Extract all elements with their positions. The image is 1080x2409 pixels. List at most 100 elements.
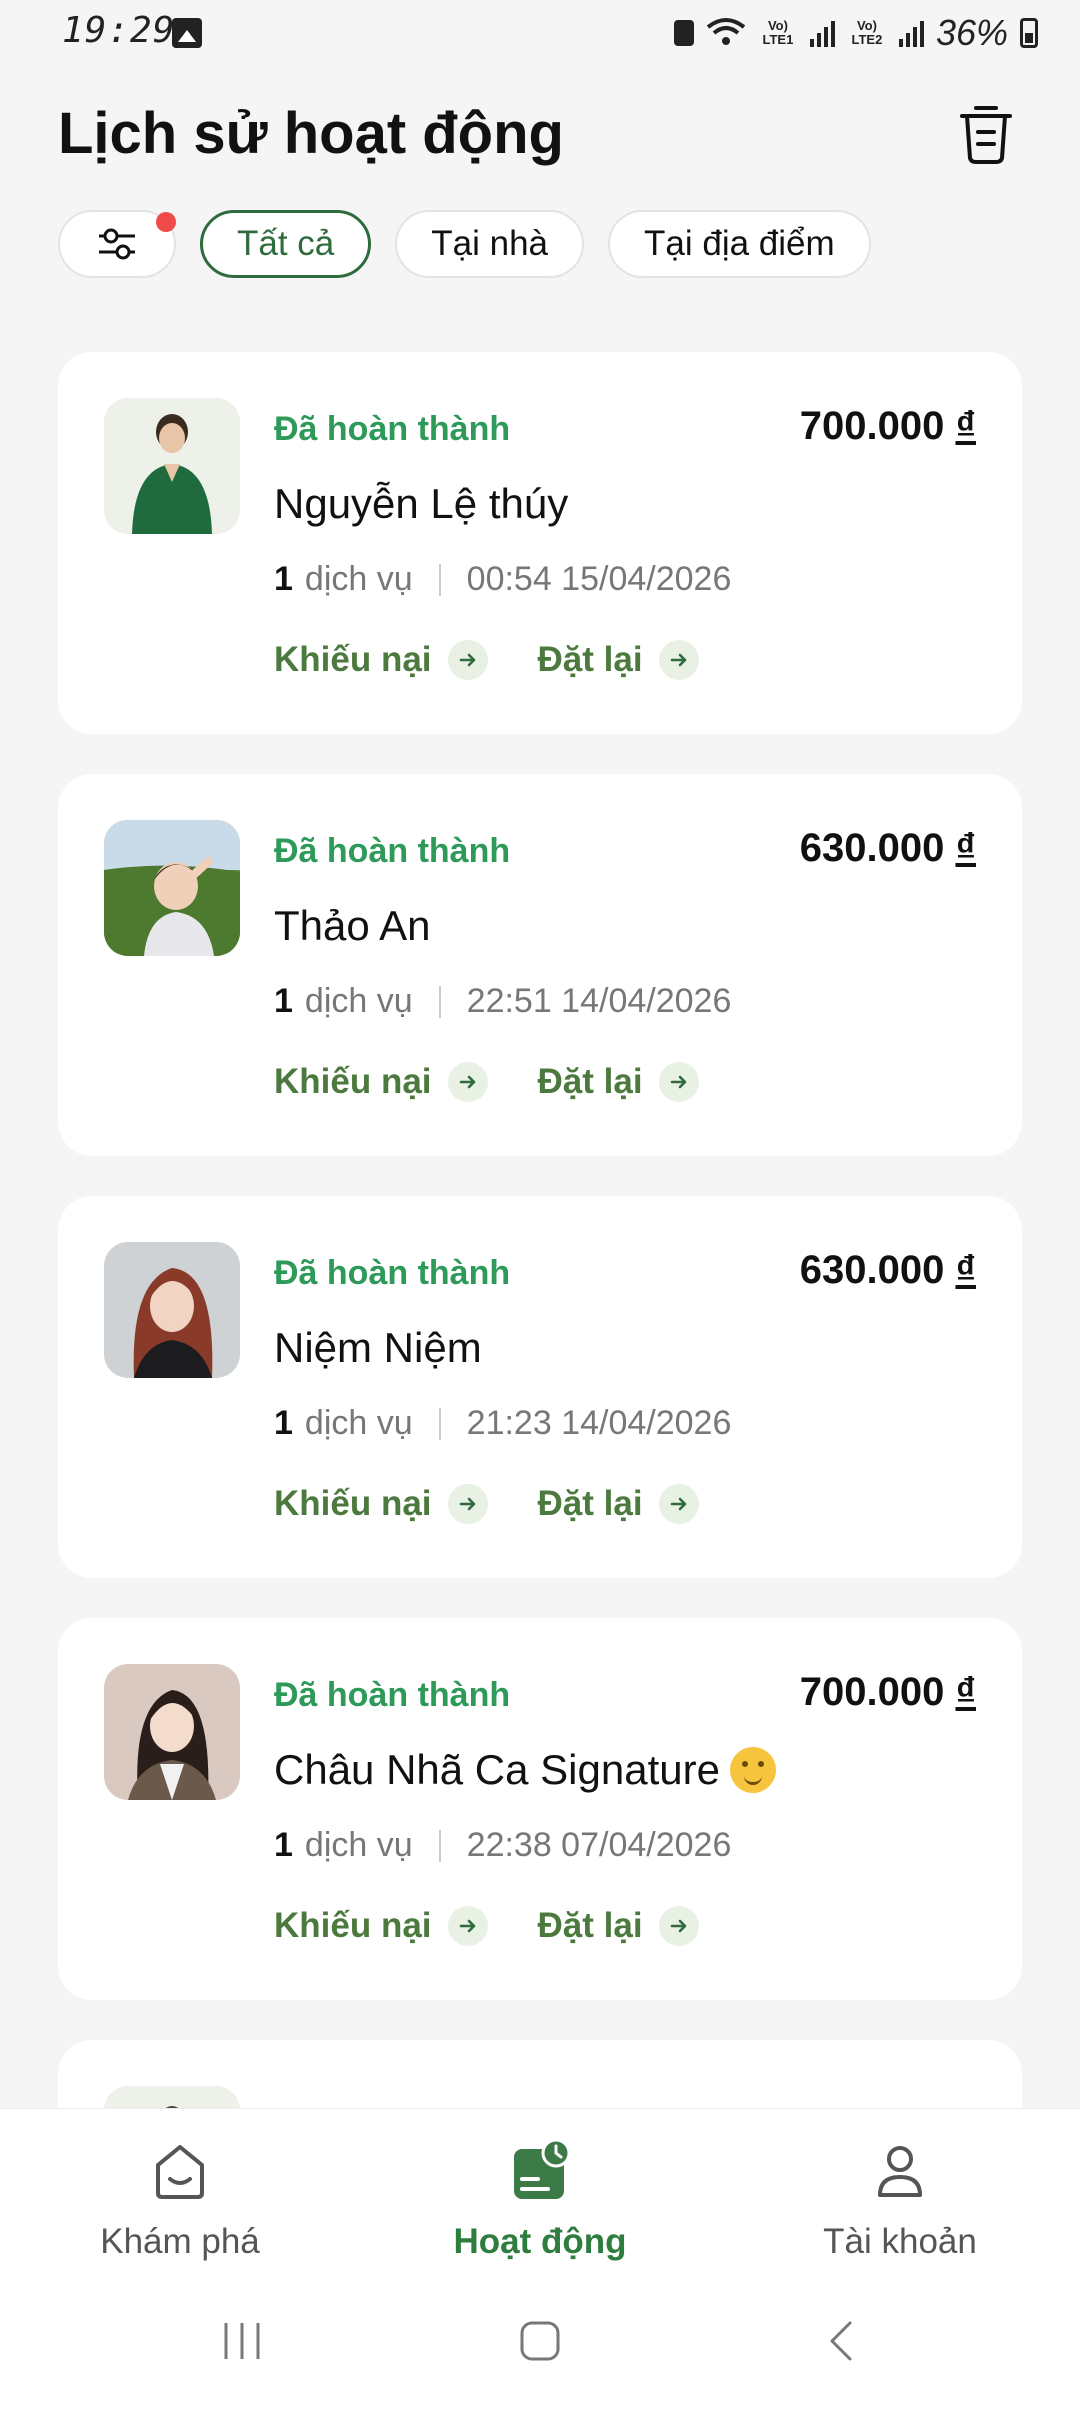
avatar [104, 820, 240, 956]
activity-card[interactable]: Đã hoàn thành 700.000 ₫ Châu Nhã Ca Sign… [58, 1618, 1022, 2000]
service-count: 1 [274, 982, 293, 1020]
divider [438, 1829, 441, 1862]
provider-name-text: Niệm Niệm [274, 1324, 482, 1371]
nav-explore[interactable]: Khám phá [30, 2139, 330, 2262]
booking-meta: 1 dịch vụ 21:23 14/04/2026 [274, 1404, 731, 1443]
booking-meta: 1 dịch vụ 00:54 15/04/2026 [274, 560, 731, 599]
user-icon [878, 2146, 922, 2197]
arrow-right-icon [447, 1484, 488, 1524]
system-navigation-bar [0, 2309, 1080, 2389]
card-actions: Khiếu nại Đặt lại [274, 640, 699, 680]
service-label: dịch vụ [304, 1404, 413, 1442]
filter-settings-button[interactable] [58, 210, 176, 278]
recent-apps-icon[interactable] [220, 2319, 264, 2363]
complain-button[interactable]: Khiếu nại [274, 640, 488, 680]
status-label: Đã hoàn thành [274, 1254, 511, 1292]
activity-history-icon [514, 2138, 571, 2199]
service-label: dịch vụ [304, 560, 413, 598]
booking-datetime: 22:38 07/04/2026 [466, 1826, 732, 1864]
price-value: 700.000 [799, 404, 945, 448]
provider-name: Niệm Niệm [274, 1324, 482, 1372]
arrow-right-icon [447, 640, 488, 680]
provider-name: Thảo An [274, 902, 430, 950]
provider-name: Nguyễn Lệ thúy [274, 480, 568, 528]
booking-datetime: 22:51 14/04/2026 [466, 982, 732, 1020]
status-time: 19:29 [62, 10, 176, 51]
currency-symbol: ₫ [955, 826, 976, 870]
service-label: dịch vụ [304, 1826, 413, 1864]
lte1-label: Vo) LTE1 [762, 18, 794, 47]
trash-icon[interactable] [958, 102, 1014, 166]
provider-name: Châu Nhã Ca Signature [274, 1746, 776, 1794]
provider-name-text: Nguyễn Lệ thúy [274, 480, 569, 527]
gallery-notification-icon [172, 18, 202, 48]
avatar [104, 1664, 240, 1800]
price: 630.000 ₫ [800, 1248, 976, 1293]
rebook-button[interactable]: Đặt lại [538, 1062, 699, 1102]
booking-meta: 1 dịch vụ 22:38 07/04/2026 [274, 1826, 731, 1865]
wifi-icon [706, 18, 746, 45]
divider [438, 563, 441, 596]
service-count: 1 [274, 560, 293, 598]
divider [438, 985, 441, 1018]
arrow-right-icon [658, 1484, 699, 1524]
rebook-button[interactable]: Đặt lại [538, 640, 699, 680]
avatar [104, 398, 240, 534]
nav-activity-label: Hoạt động [453, 2222, 627, 2261]
status-label: Đã hoàn thành [274, 410, 511, 448]
activity-card[interactable]: Đã hoàn thành 630.000 ₫ Thảo An 1 dịch v… [58, 774, 1022, 1156]
back-icon[interactable] [820, 2319, 864, 2363]
bottom-navigation: Khám phá Hoạt động Tài khoản [0, 2108, 1080, 2409]
card-actions: Khiếu nại Đặt lại [274, 1484, 699, 1524]
card-actions: Khiếu nại Đặt lại [274, 1906, 699, 1946]
activity-card[interactable]: Đã hoàn thành 630.000 ₫ Niệm Niệm 1 dịch… [58, 1196, 1022, 1578]
complain-button[interactable]: Khiếu nại [274, 1062, 488, 1102]
activity-card[interactable]: Đã hoàn thành 700.000 ₫ Nguyễn Lệ thúy 1… [58, 352, 1022, 734]
rebook-label: Đặt lại [537, 640, 643, 679]
filter-home-chip[interactable]: Tại nhà [395, 210, 585, 278]
lte2-label: Vo) LTE2 [851, 18, 883, 47]
provider-name-text: Thảo An [274, 902, 431, 949]
signal-2-icon [898, 19, 924, 47]
booking-datetime: 00:54 15/04/2026 [466, 560, 732, 598]
rebook-label: Đặt lại [537, 1484, 643, 1523]
battery-percent: 36% [935, 12, 1008, 53]
currency-symbol: ₫ [955, 1248, 976, 1292]
status-indicators: Vo) LTE1 Vo) LTE2 36% [673, 12, 1038, 54]
price: 700.000 ₫ [800, 404, 976, 449]
price-value: 630.000 [799, 1248, 945, 1292]
sliders-icon [99, 228, 135, 260]
filter-location-chip[interactable]: Tại địa điểm [608, 210, 871, 278]
rebook-label: Đặt lại [537, 1906, 643, 1945]
price: 700.000 ₫ [800, 1670, 976, 1715]
nfc-icon [673, 20, 694, 46]
home-button-icon[interactable] [518, 2319, 562, 2363]
rebook-button[interactable]: Đặt lại [538, 1906, 699, 1946]
rebook-button[interactable]: Đặt lại [538, 1484, 699, 1524]
currency-symbol: ₫ [955, 1670, 976, 1714]
arrow-right-icon [658, 1906, 699, 1946]
complain-label: Khiếu nại [274, 1906, 432, 1945]
status-bar: 19:29 Vo) LTE1 Vo) LTE2 36% [0, 0, 1080, 70]
battery-icon [1020, 18, 1038, 48]
booking-meta: 1 dịch vụ 22:51 14/04/2026 [274, 982, 731, 1021]
home-icon [156, 2145, 204, 2199]
complain-button[interactable]: Khiếu nại [274, 1484, 488, 1524]
complain-button[interactable]: Khiếu nại [274, 1906, 488, 1946]
service-count: 1 [274, 1826, 293, 1864]
status-label: Đã hoàn thành [274, 1676, 511, 1714]
price-value: 700.000 [799, 1670, 945, 1714]
arrow-right-icon [447, 1062, 488, 1102]
nav-activity[interactable]: Hoạt động [390, 2138, 690, 2262]
arrow-right-icon [658, 640, 699, 680]
filter-active-badge [156, 212, 176, 232]
filter-all-chip[interactable]: Tất cả [200, 210, 372, 278]
service-label: dịch vụ [304, 982, 413, 1020]
signal-1-icon [809, 19, 835, 47]
complain-label: Khiếu nại [274, 1062, 432, 1101]
shushing-face-emoji-icon [729, 1747, 776, 1793]
complain-label: Khiếu nại [274, 1484, 432, 1523]
provider-name-text: Châu Nhã Ca Signature [274, 1746, 720, 1793]
nav-account[interactable]: Tài khoản [750, 2139, 1050, 2262]
nav-explore-label: Khám phá [100, 2222, 260, 2261]
